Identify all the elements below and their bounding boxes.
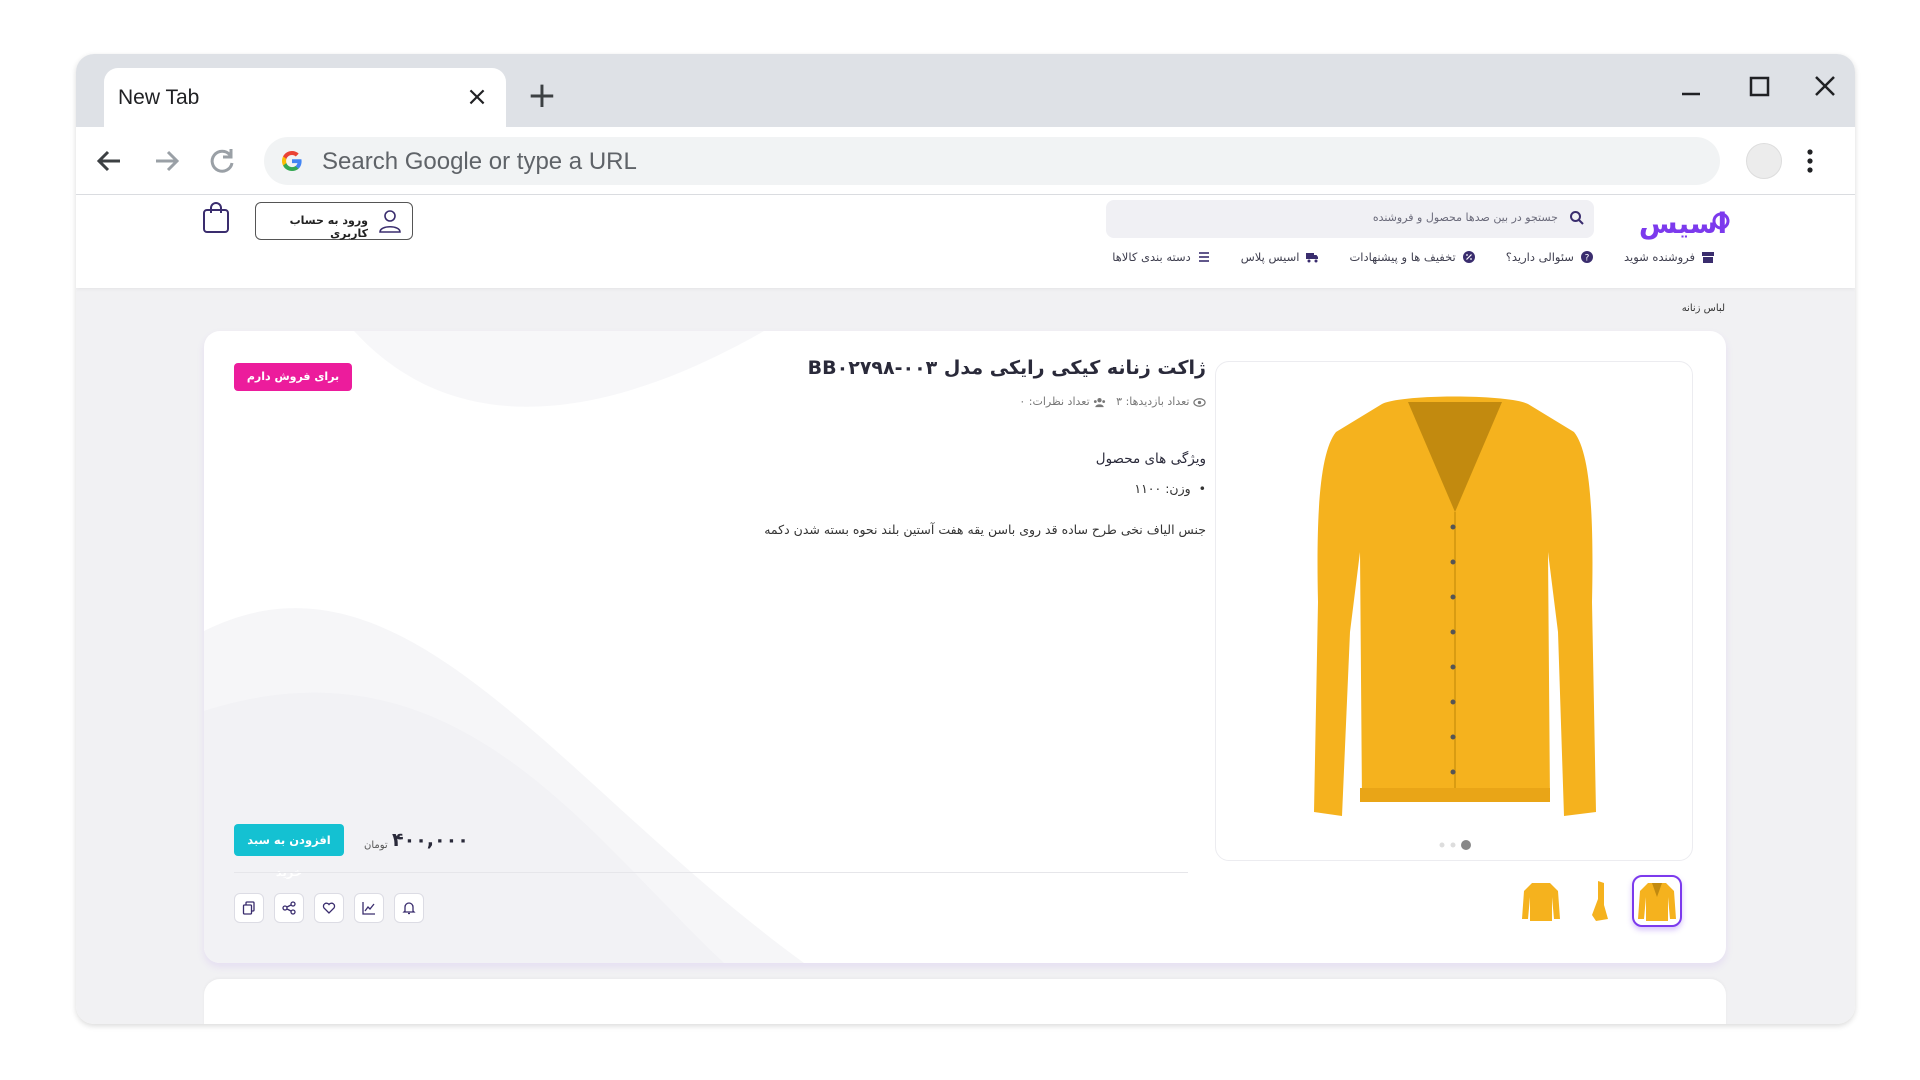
share-icon: [282, 901, 296, 915]
views-count: تعداد بازدیدها: ۳: [1116, 395, 1206, 409]
nav-item-faq[interactable]: ? سئوالی دارید؟: [1506, 245, 1594, 269]
share-button[interactable]: [274, 893, 304, 923]
search-icon[interactable]: [1568, 209, 1586, 227]
svg-text:?: ?: [1585, 254, 1590, 264]
profile-avatar[interactable]: [1746, 143, 1782, 179]
cart-button[interactable]: [201, 200, 231, 234]
feature-weight-label: وزن: ۱۱۰۰: [1134, 481, 1191, 496]
minimize-icon: [1682, 92, 1700, 96]
bullet: •: [1190, 481, 1206, 496]
nav-label: دسته بندی کالاها: [1112, 250, 1191, 264]
nav-label: فروشنده شوید: [1623, 250, 1695, 264]
shopping-bag-icon: [203, 202, 229, 233]
thumbnail-cardigan-front: [1638, 883, 1676, 921]
thumbnail-cardigan-side: [1592, 881, 1608, 921]
features-heading: ویژگی های محصول: [1095, 451, 1206, 467]
asis-logo-icon: اسیس: [1639, 207, 1730, 240]
eye-icon: [1193, 397, 1206, 407]
price-chart-button[interactable]: [354, 893, 384, 923]
carousel-dots[interactable]: [1432, 838, 1478, 852]
tab-title: New Tab: [118, 86, 200, 109]
tab-close-icon[interactable]: ×: [462, 82, 492, 112]
truck-icon: [1306, 253, 1319, 263]
minimize-button[interactable]: [1661, 68, 1721, 112]
notify-button[interactable]: [394, 893, 424, 923]
thumbnail-3[interactable]: [1516, 875, 1566, 927]
new-tab-button[interactable]: +: [522, 76, 562, 116]
thumbnail-cardigan-back: [1522, 883, 1560, 921]
product-image[interactable]: [1312, 392, 1598, 822]
secondary-card: [204, 979, 1726, 1024]
breadcrumb[interactable]: لباس زنانه: [1682, 303, 1725, 314]
copy-button[interactable]: [234, 893, 264, 923]
favorite-button[interactable]: [314, 893, 344, 923]
product-price: ۴۰۰,۰۰۰: [392, 829, 469, 851]
nav-item-discounts[interactable]: تخفیف ها و پیشنهادات: [1349, 245, 1475, 269]
thumbnail-2[interactable]: [1574, 875, 1624, 927]
tab-new-tab[interactable]: New Tab ×: [104, 68, 506, 127]
maximize-icon: [1749, 76, 1770, 97]
product-description: جنس الیاف نخی طرح ساده قد روی باسن یقه ه…: [764, 522, 1206, 537]
divider: [234, 872, 1188, 873]
forward-button[interactable]: [144, 139, 188, 183]
reload-icon: [210, 149, 234, 173]
add-to-cart-button[interactable]: افزودن به سبد خرید: [234, 824, 344, 879]
sell-this-button[interactable]: برای فروش دارم: [234, 363, 352, 391]
nav-label: تخفیف ها و پیشنهادات: [1349, 250, 1456, 264]
close-window-button[interactable]: [1795, 68, 1855, 112]
bell-icon: [402, 902, 416, 915]
more-vert-icon: [1807, 149, 1813, 173]
back-button[interactable]: [88, 139, 132, 183]
feature-weight: • وزن: ۱۱۰۰: [1134, 481, 1206, 496]
site-logo[interactable]: اسیس: [1625, 203, 1735, 243]
tab-strip: New Tab × +: [76, 54, 1855, 127]
discount-icon: [1462, 251, 1475, 263]
product-gallery: [1215, 361, 1693, 861]
google-logo-icon: [282, 151, 302, 171]
address-placeholder: Search Google or type a URL: [322, 148, 637, 175]
browser-toolbar: Search Google or type a URL: [76, 127, 1855, 195]
nav-item-categories[interactable]: دسته بندی کالاها: [1112, 245, 1211, 269]
question-icon: ?: [1580, 251, 1593, 264]
sell-button-label: برای فروش دارم: [246, 370, 340, 383]
forward-arrow-icon: [156, 150, 180, 172]
price-currency: تومان: [364, 840, 388, 851]
web-page: اسیس جستجو در بین صدها محصول و فروشنده و…: [76, 195, 1855, 1024]
site-header: اسیس جستجو در بین صدها محصول و فروشنده و…: [76, 195, 1855, 288]
maximize-button[interactable]: [1729, 68, 1789, 112]
menu-icon: [1198, 252, 1209, 262]
browser-menu-button[interactable]: [1800, 141, 1820, 181]
product-meta: تعداد بازدیدها: ۳ تعداد نظرات: ۰: [1019, 395, 1206, 409]
product-title: ژاکت زنانه کیکی رایکی مدل BB۰۲۷۹۸-۰۰۳: [807, 357, 1206, 379]
address-bar[interactable]: Search Google or type a URL: [264, 137, 1720, 185]
back-arrow-icon: [96, 150, 120, 172]
nav-label: اسیس پلاس: [1240, 250, 1300, 264]
search-placeholder: جستجو در بین صدها محصول و فروشنده: [1372, 211, 1558, 224]
nav-label: سئوالی دارید؟: [1505, 250, 1574, 264]
browser-window: New Tab × + Search Google or type a URL …: [76, 54, 1855, 1024]
views-label: تعداد بازدیدها: ۳: [1116, 395, 1190, 408]
heart-icon: [322, 902, 336, 914]
product-search-input[interactable]: جستجو در بین صدها محصول و فروشنده: [1106, 200, 1594, 238]
login-label: ورود به حساب کاربری: [289, 214, 368, 240]
product-card: ژاکت زنانه کیکی رایکی مدل BB۰۲۷۹۸-۰۰۳ تع…: [204, 331, 1726, 963]
close-icon: [1815, 76, 1835, 96]
store-icon: [1702, 252, 1714, 263]
thumbnail-1[interactable]: [1632, 875, 1682, 927]
users-icon: [1094, 397, 1106, 407]
user-icon: [379, 210, 401, 233]
nav-item-become-seller[interactable]: فروشنده شوید: [1624, 245, 1715, 269]
nav-item-asis-plus[interactable]: اسیس پلاس: [1241, 245, 1320, 269]
reload-button[interactable]: [200, 139, 244, 183]
chart-icon: [362, 902, 375, 915]
login-button[interactable]: ورود به حساب کاربری: [255, 202, 413, 240]
comments-count: تعداد نظرات: ۰: [1019, 395, 1106, 409]
site-nav: دسته بندی کالاها اسیس پلاس تخفیف ها و پی…: [1112, 245, 1715, 269]
copy-icon: [242, 901, 255, 915]
comments-label: تعداد نظرات: ۰: [1019, 395, 1090, 408]
